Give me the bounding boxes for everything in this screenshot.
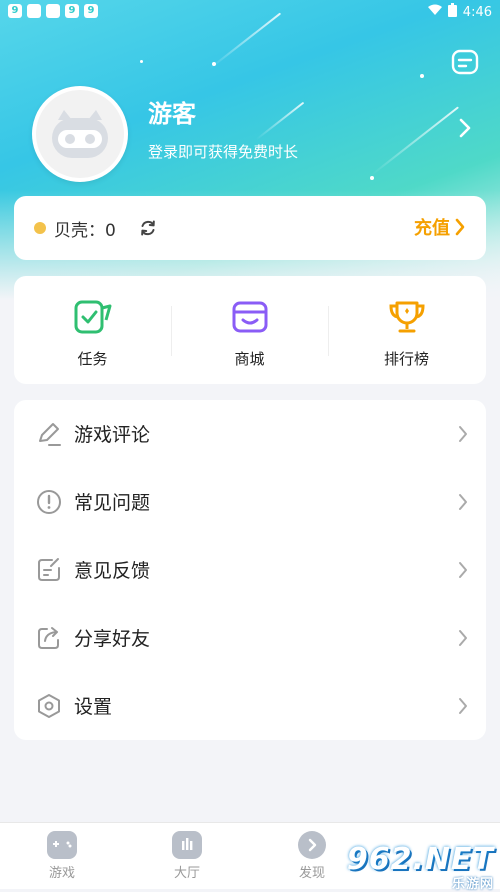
recharge-label: 充值 (414, 218, 450, 239)
chevron-right-icon (459, 562, 467, 578)
settings-hexagon-icon (38, 694, 60, 718)
chat-icon (451, 49, 479, 75)
menu-item-label: 意见反馈 (74, 560, 151, 582)
tab-label: 游戏 (48, 866, 75, 881)
task-icon (74, 300, 111, 334)
recharge-button[interactable]: 充值 (414, 214, 466, 240)
username[interactable]: 游客 (148, 94, 196, 129)
hall-icon (172, 831, 202, 859)
wifi-icon (427, 4, 442, 20)
login-hint[interactable]: 登录即可获得免费时长 (148, 141, 298, 162)
watermark-logo: 962.NET 乐游网 (346, 842, 494, 892)
chevron-right-icon (459, 630, 467, 646)
quick-action-label: 排行榜 (383, 350, 429, 368)
menu-item-label: 设置 (74, 696, 113, 718)
quick-action-label: 商城 (234, 350, 265, 368)
notification-icon: 9 (84, 4, 98, 18)
notification-icon (27, 4, 41, 18)
tab-label: 发现 (298, 866, 325, 881)
share-icon (38, 627, 59, 649)
exclamation-circle-icon (37, 490, 61, 514)
profile-chevron-right-icon[interactable] (458, 118, 472, 142)
quick-action-label: 任务 (77, 350, 108, 368)
menu-item-label: 常见问题 (74, 492, 151, 514)
battery-icon (447, 3, 457, 21)
avatar[interactable] (32, 86, 128, 182)
quick-action-tasks[interactable]: 任务 (14, 298, 171, 369)
chevron-right-icon (459, 494, 467, 510)
tab-discover[interactable]: 发现 (272, 831, 352, 881)
chevron-right-icon (459, 426, 467, 442)
menu-item-feedback[interactable]: 意见反馈 (14, 536, 486, 604)
menu-list: 游戏评论 常见问题 意见反馈 分享好友 设置 (14, 400, 486, 740)
feedback-icon (38, 558, 60, 581)
menu-item-game-reviews[interactable]: 游戏评论 (14, 400, 486, 468)
robot-avatar-icon (52, 110, 108, 158)
quick-actions-card: 任务 商城 排行榜 (14, 276, 486, 384)
status-time: 4:46 (462, 4, 492, 20)
discover-icon (298, 831, 326, 859)
trophy-icon (388, 301, 425, 333)
chevron-right-icon (455, 218, 465, 236)
shell-balance-card: 贝壳：0 充值 (14, 196, 486, 260)
menu-item-settings[interactable]: 设置 (14, 672, 486, 740)
notification-icon: 9 (65, 4, 79, 18)
message-button[interactable] (450, 48, 480, 78)
store-icon (232, 301, 267, 333)
tab-hall[interactable]: 大厅 (147, 831, 227, 881)
notification-icon: 9 (8, 4, 22, 18)
notification-icon (46, 4, 60, 18)
pencil-icon (39, 423, 61, 446)
shell-balance: 贝壳：0 (54, 221, 116, 241)
tab-games[interactable]: 游戏 (22, 831, 102, 881)
refresh-icon[interactable] (138, 218, 158, 242)
gamepad-icon (47, 831, 77, 859)
tab-label: 大厅 (173, 866, 200, 881)
menu-item-share[interactable]: 分享好友 (14, 604, 486, 672)
menu-item-faq[interactable]: 常见问题 (14, 468, 486, 536)
menu-item-label: 游戏评论 (74, 424, 151, 446)
quick-action-store[interactable]: 商城 (171, 298, 328, 369)
shell-coin-icon (34, 222, 46, 234)
status-bar: 9 9 9 4:46 (0, 0, 500, 22)
quick-action-ranking[interactable]: 排行榜 (328, 298, 485, 369)
chevron-right-icon (459, 698, 467, 714)
menu-item-label: 分享好友 (74, 628, 151, 650)
